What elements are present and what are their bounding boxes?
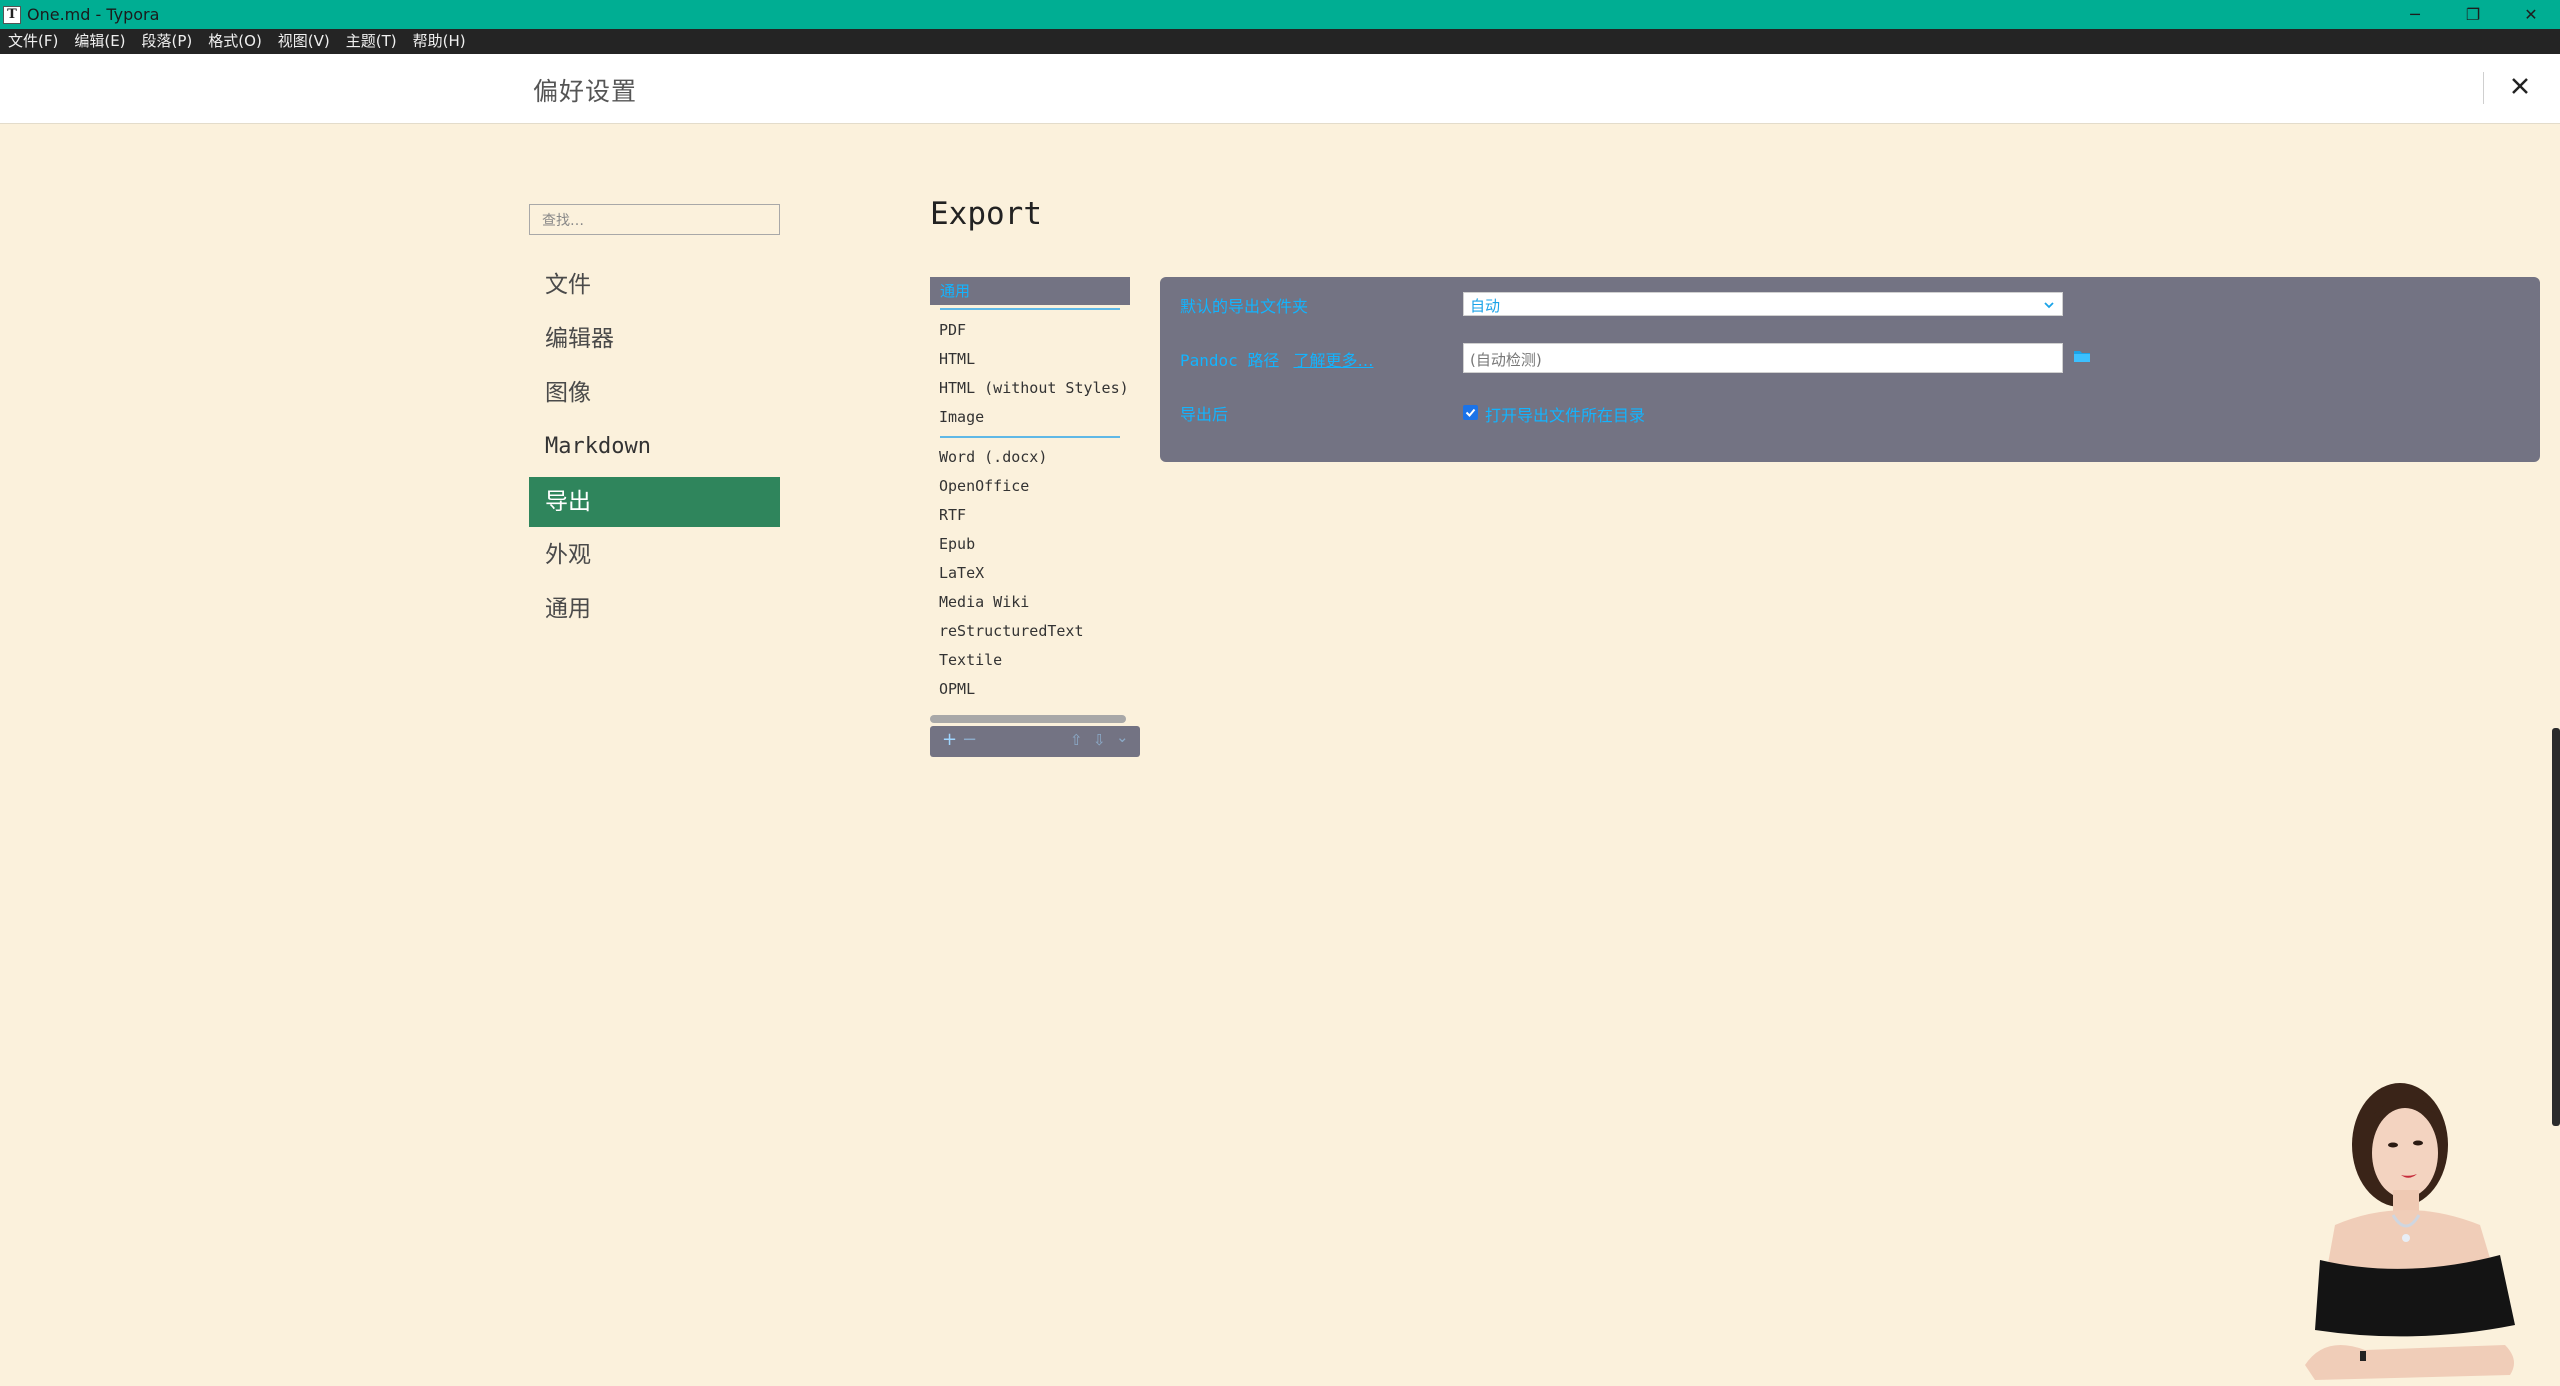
restore-button[interactable]: ❐	[2444, 0, 2502, 29]
category-general[interactable]: 通用	[529, 584, 780, 634]
profile-item-openoffice[interactable]: OpenOffice	[939, 477, 1029, 495]
close-preferences-button[interactable]	[2500, 66, 2540, 106]
profile-item-latex[interactable]: LaTeX	[939, 564, 984, 582]
close-window-button[interactable]: ✕	[2502, 0, 2560, 29]
default-folder-value: 自动	[1470, 297, 1501, 315]
menu-edit[interactable]: 编辑(E)	[66, 29, 133, 54]
list-separator	[940, 308, 1120, 310]
category-export[interactable]: 导出	[529, 477, 780, 527]
window-title: One.md - Typora	[27, 5, 160, 24]
menubar: 文件(F) 编辑(E) 段落(P) 格式(O) 视图(V) 主题(T) 帮助(H…	[0, 29, 2560, 54]
open-folder-checkbox[interactable]	[1463, 405, 1478, 420]
category-image[interactable]: 图像	[529, 368, 780, 418]
section-title: Export	[930, 196, 1042, 232]
menu-file[interactable]: 文件(F)	[0, 29, 66, 54]
add-profile-button[interactable]: +	[942, 729, 957, 750]
decorative-character-image	[2305, 1083, 2515, 1380]
profile-item-html[interactable]: HTML	[939, 350, 975, 368]
profile-item-pdf[interactable]: PDF	[939, 321, 966, 339]
category-file[interactable]: 文件	[529, 260, 780, 310]
profile-item-word[interactable]: Word (.docx)	[939, 448, 1047, 466]
window-titlebar: T One.md - Typora ─ ❐ ✕	[0, 0, 2560, 29]
open-folder-label: 打开导出文件所在目录	[1485, 406, 1646, 425]
close-icon	[2512, 78, 2528, 94]
default-folder-select[interactable]: 自动	[1463, 292, 2063, 316]
menu-help[interactable]: 帮助(H)	[405, 29, 474, 54]
header-divider	[2483, 72, 2484, 104]
export-settings-panel: 默认的导出文件夹 自动 Pandoc 路径 了解更多… (自动检测) 导出后 打开…	[1160, 277, 2540, 462]
profile-item-opml[interactable]: OPML	[939, 680, 975, 698]
profile-item-image[interactable]: Image	[939, 408, 984, 426]
profile-item-epub[interactable]: Epub	[939, 535, 975, 553]
checkmark-icon	[1465, 408, 1476, 417]
menu-paragraph[interactable]: 段落(P)	[134, 29, 201, 54]
profile-item-mediawiki[interactable]: Media Wiki	[939, 593, 1029, 611]
pandoc-path-label: Pandoc 路径	[1180, 351, 1280, 370]
pandoc-path-row-label: Pandoc 路径 了解更多…	[1180, 347, 1373, 371]
category-editor[interactable]: 编辑器	[529, 314, 780, 364]
profile-list-scrollbar[interactable]	[930, 715, 1126, 723]
profile-item-html-without-styles[interactable]: HTML (without Styles)	[939, 379, 1129, 397]
move-up-button[interactable]: ⇧	[1070, 731, 1083, 749]
profile-list-toolbar: + − ⇧ ⇩ ⌄	[930, 726, 1140, 757]
minimize-button[interactable]: ─	[2386, 0, 2444, 29]
preferences-header: 偏好设置	[0, 54, 2560, 124]
profile-item-restructuredtext[interactable]: reStructuredText	[939, 622, 1084, 640]
pandoc-path-input[interactable]: (自动检测)	[1463, 343, 2063, 373]
main-scrollbar[interactable]	[2552, 728, 2560, 1126]
category-appearance[interactable]: 外观	[529, 530, 780, 580]
menu-format[interactable]: 格式(O)	[200, 29, 270, 54]
profile-item-general[interactable]: 通用	[930, 277, 1130, 305]
default-folder-label: 默认的导出文件夹	[1180, 297, 1309, 316]
search-input[interactable]: 查找…	[529, 204, 780, 235]
more-options-button[interactable]: ⌄	[1116, 728, 1129, 746]
typora-app-icon: T	[3, 5, 21, 24]
after-export-label: 导出后	[1180, 405, 1229, 424]
profile-item-rtf[interactable]: RTF	[939, 506, 966, 524]
move-down-button[interactable]: ⇩	[1093, 731, 1106, 749]
chevron-down-icon	[2044, 302, 2054, 309]
profile-item-textile[interactable]: Textile	[939, 651, 1002, 669]
menu-theme[interactable]: 主题(T)	[338, 29, 405, 54]
menu-view[interactable]: 视图(V)	[270, 29, 338, 54]
category-markdown[interactable]: Markdown	[529, 422, 780, 472]
folder-icon[interactable]	[2073, 348, 2091, 364]
list-separator	[940, 436, 1120, 438]
remove-profile-button[interactable]: −	[962, 729, 977, 750]
page-title: 偏好设置	[533, 77, 638, 106]
learn-more-link[interactable]: 了解更多…	[1293, 351, 1373, 370]
window-controls: ─ ❐ ✕	[2386, 0, 2560, 29]
